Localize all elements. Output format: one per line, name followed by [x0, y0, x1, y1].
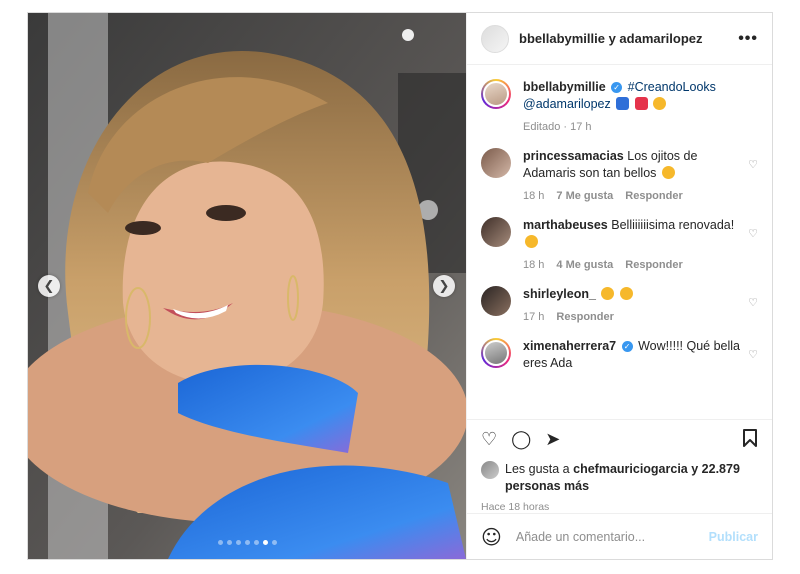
caption-mention[interactable]: @adamarilopez — [523, 97, 611, 111]
comment-username[interactable]: marthabeuses — [523, 218, 608, 232]
avatar[interactable] — [481, 338, 511, 368]
post-image[interactable]: ❮ ❯ — [28, 13, 466, 559]
verified-badge-icon: ✓ — [611, 82, 623, 94]
comment-like-heart-icon[interactable]: ♡ — [748, 296, 758, 309]
likes-summary: Les gusta a chefmauriciogarcia y 22.879 … — [467, 459, 772, 495]
post-header: bbellabymillie y adamarilopez ••• — [467, 13, 772, 65]
comment-input[interactable]: Añade un comentario... — [516, 530, 709, 544]
comment-time: 18 h — [523, 259, 545, 271]
sparkle-emoji-icon — [653, 97, 667, 110]
reply-button[interactable]: Responder — [556, 309, 613, 326]
carousel-dot — [262, 540, 268, 545]
heart-eyes-emoji-icon — [619, 287, 633, 300]
post-sidebar: bbellabymillie y adamarilopez ••• bbella… — [466, 13, 772, 559]
reply-button[interactable]: Responder — [625, 257, 682, 274]
carousel-dot — [253, 540, 259, 545]
collab-avatar[interactable] — [481, 24, 509, 53]
comment-time: 18 h — [523, 190, 545, 202]
avatar[interactable] — [481, 79, 511, 109]
comment-text: Belliiiiiisima renovada! — [611, 218, 735, 232]
liker-username[interactable]: chefmauriciogarcia — [573, 462, 688, 476]
publish-button[interactable]: Publicar — [709, 530, 758, 544]
post-author-title[interactable]: bbellabymillie y adamarilopez — [519, 31, 738, 46]
caption: bbellabymillie ✓ #CreandoLooks @adamaril… — [481, 79, 758, 136]
photo-portrait — [28, 13, 466, 559]
comment-item: shirleyleon_ 17 h Responder ♡ — [481, 286, 758, 326]
comment-item: marthabeuses Belliiiiiisima renovada! 18… — [481, 217, 758, 274]
verified-badge-icon: ✓ — [621, 341, 633, 353]
comment-like-heart-icon[interactable]: ♡ — [748, 158, 758, 171]
red-heart-emoji-icon — [634, 97, 648, 110]
comment-item: ximenaherrera7 ✓ Wow!!!!! Qué bella eres… — [481, 338, 758, 372]
carousel-dot — [226, 540, 232, 545]
carousel-dot — [217, 540, 223, 545]
caption-hashtag[interactable]: #CreandoLooks — [628, 80, 716, 94]
blue-heart-emoji-icon — [616, 97, 630, 110]
comment-likes[interactable]: 7 Me gusta — [556, 188, 613, 205]
bookmark-icon[interactable] — [742, 428, 758, 451]
comment-like-heart-icon[interactable]: ♡ — [748, 227, 758, 240]
carousel-next-button[interactable]: ❯ — [433, 275, 455, 297]
heart-eyes-emoji-icon — [661, 166, 675, 179]
carousel-dot — [271, 540, 277, 545]
carousel-dots — [28, 540, 466, 545]
avatar[interactable] — [481, 217, 511, 247]
action-bar: ♡ ◯ ➤ — [467, 419, 772, 459]
comment-composer: ☺ Añade un comentario... Publicar — [467, 513, 772, 559]
comment-time: 17 h — [523, 311, 545, 323]
heart-eyes-emoji-icon — [601, 287, 615, 300]
comments-list[interactable]: bbellabymillie ✓ #CreandoLooks @adamaril… — [467, 65, 772, 419]
liker-avatar[interactable] — [481, 461, 499, 479]
share-icon[interactable]: ➤ — [545, 430, 560, 449]
caption-meta: Editado · 17 h — [523, 121, 592, 133]
carousel-dot — [235, 540, 241, 545]
carousel-dot — [244, 540, 250, 545]
caption-username[interactable]: bbellabymillie — [523, 80, 606, 94]
comment-item: princessamacias Los ojitos de Adamaris s… — [481, 148, 758, 205]
comment-icon[interactable]: ◯ — [511, 430, 531, 449]
avatar[interactable] — [481, 148, 511, 178]
instagram-post: ❮ ❯ bbellabymillie y adamarilopez ••• bb… — [27, 12, 773, 560]
likes-prefix: Les gusta a — [505, 462, 570, 476]
comment-like-heart-icon[interactable]: ♡ — [748, 348, 758, 361]
reply-button[interactable]: Responder — [625, 188, 682, 205]
heart-eyes-emoji-icon — [525, 235, 538, 248]
avatar[interactable] — [481, 286, 511, 316]
post-time: Hace 18 horas — [481, 501, 550, 513]
heart-icon[interactable]: ♡ — [481, 430, 497, 449]
more-options-icon[interactable]: ••• — [738, 30, 758, 48]
carousel-prev-button[interactable]: ❮ — [38, 275, 60, 297]
comment-username[interactable]: shirleyleon_ — [523, 287, 596, 301]
comment-username[interactable]: ximenaherrera7 — [523, 339, 616, 353]
comment-likes[interactable]: 4 Me gusta — [556, 257, 613, 274]
comment-username[interactable]: princessamacias — [523, 149, 624, 163]
smile-icon[interactable]: ☺ — [481, 525, 502, 549]
